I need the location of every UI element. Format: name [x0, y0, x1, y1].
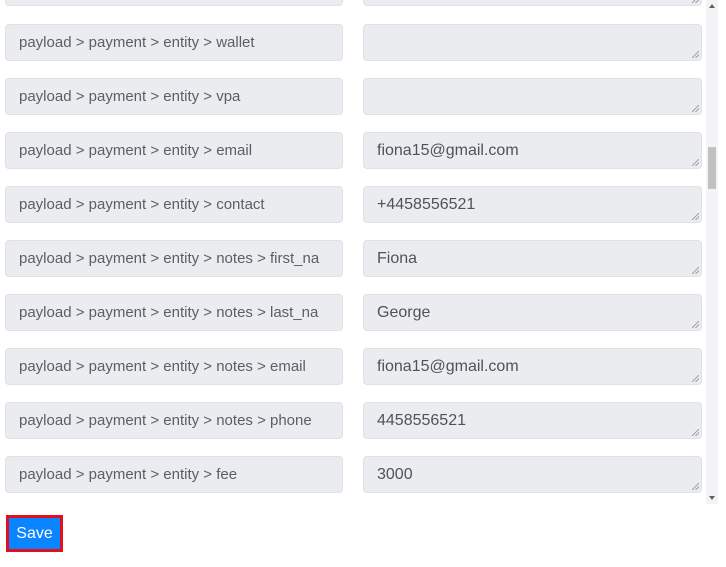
mapping-key-field[interactable]: payload > payment > entity > notes > las… [5, 294, 343, 331]
value-text: 4458556521 [377, 412, 466, 429]
mapping-row-phone: payload > payment > entity > notes > pho… [0, 402, 704, 440]
mapping-value-textarea[interactable]: 3000 [363, 456, 702, 493]
mapping-value-textarea[interactable]: fiona15@gmail.com [363, 348, 702, 385]
mapping-value-textarea[interactable]: Fiona [363, 240, 702, 277]
mapping-value-textarea[interactable] [363, 78, 702, 115]
value-text: 3000 [377, 466, 413, 483]
mapping-value-textarea[interactable]: +4458556521 [363, 186, 702, 223]
save-button[interactable]: Save [6, 515, 63, 552]
scrollbar-thumb[interactable] [708, 147, 716, 189]
mapping-key-field[interactable]: payload > payment > entity > wallet [5, 24, 343, 61]
mapping-row-last-name: payload > payment > entity > notes > las… [0, 294, 704, 332]
resize-grip-icon[interactable] [692, 159, 699, 166]
value-text: fiona15@gmail.com [377, 142, 519, 159]
mapping-key-field[interactable]: payload > payment > entity > contact [5, 186, 343, 223]
mapping-value-textarea[interactable]: George [363, 294, 702, 331]
value-text: George [377, 304, 431, 321]
mapping-key-field[interactable]: payload > payment > entity > fee [5, 456, 343, 493]
resize-grip-icon[interactable] [692, 267, 699, 274]
mapping-row-email: payload > payment > entity > email fiona… [0, 132, 704, 170]
mapping-key-field[interactable]: payload > payment > entity > notes > fir… [5, 240, 343, 277]
vertical-scrollbar[interactable] [706, 0, 718, 504]
mapping-value-textarea[interactable] [363, 24, 702, 61]
scroll-up-arrow-icon[interactable] [709, 4, 715, 8]
mapping-row-vpa: payload > payment > entity > vpa [0, 78, 704, 116]
mapping-row-notes-email: payload > payment > entity > notes > ema… [0, 348, 704, 386]
mapping-key-field[interactable]: payload > payment > entity > notes > pho… [5, 402, 343, 439]
mapping-row-fee: payload > payment > entity > fee 3000 [0, 456, 704, 494]
mapping-value-textarea[interactable] [363, 0, 702, 6]
resize-grip-icon[interactable] [692, 0, 699, 3]
mapping-row-contact: payload > payment > entity > contact +44… [0, 186, 704, 224]
scroll-down-arrow-icon[interactable] [709, 496, 715, 500]
mapping-row-partial [0, 0, 704, 7]
mapping-key-field[interactable]: payload > payment > entity > email [5, 132, 343, 169]
mapping-row-first-name: payload > payment > entity > notes > fir… [0, 240, 704, 278]
mapping-key-field[interactable]: payload > payment > entity > vpa [5, 78, 343, 115]
mapping-value-textarea[interactable]: fiona15@gmail.com [363, 132, 702, 169]
mapping-value-textarea[interactable]: 4458556521 [363, 402, 702, 439]
resize-grip-icon[interactable] [692, 429, 699, 436]
resize-grip-icon[interactable] [692, 105, 699, 112]
mapping-key-field[interactable] [5, 0, 343, 6]
value-text: +4458556521 [377, 196, 476, 213]
resize-grip-icon[interactable] [692, 321, 699, 328]
mapping-row-wallet: payload > payment > entity > wallet [0, 24, 704, 62]
value-text: Fiona [377, 250, 418, 267]
resize-grip-icon[interactable] [692, 213, 699, 220]
field-mapping-list: payload > payment > entity > wallet payl… [0, 0, 704, 504]
mapping-key-field[interactable]: payload > payment > entity > notes > ema… [5, 348, 343, 385]
value-text: fiona15@gmail.com [377, 358, 519, 375]
resize-grip-icon[interactable] [692, 375, 699, 382]
resize-grip-icon[interactable] [692, 483, 699, 490]
resize-grip-icon[interactable] [692, 51, 699, 58]
